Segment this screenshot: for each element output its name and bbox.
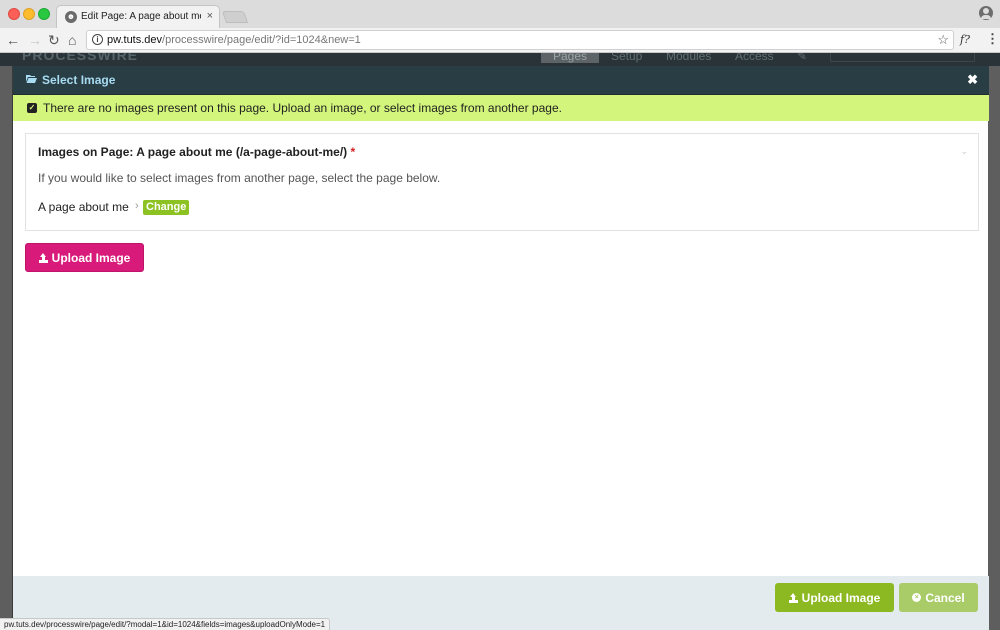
url-host: pw.tuts.dev: [107, 34, 163, 46]
info-icon[interactable]: i: [92, 34, 103, 45]
site-search-input[interactable]: [830, 53, 975, 62]
window-minimize-button[interactable]: [23, 8, 35, 20]
bookmark-star-icon[interactable]: ☆: [937, 32, 949, 48]
change-page-button[interactable]: Change: [143, 200, 190, 215]
url-text: pw.tuts.dev/processwire/page/edit/?id=10…: [107, 34, 361, 46]
browser-toolbar: ← → ↻ ⌂ i pw.tuts.dev/processwire/page/e…: [0, 28, 1000, 53]
upload-icon: [39, 252, 48, 263]
field-label-text: Images on Page: A page about me (/a-page…: [38, 145, 348, 159]
browser-tab-strip: ☻ Edit Page: A page about me • p ×: [0, 0, 1000, 28]
alert-text: There are no images present on this page…: [43, 101, 562, 115]
home-icon[interactable]: ⌂: [68, 31, 76, 49]
wrench-icon[interactable]: ✎: [797, 53, 807, 63]
tab-title: Edit Page: A page about me • p: [81, 11, 201, 22]
checkbox-icon: ✓: [27, 103, 37, 113]
back-arrow-icon[interactable]: ←: [6, 31, 20, 49]
backdrop-left: [0, 66, 12, 630]
extension-icon[interactable]: f?: [960, 33, 970, 46]
window-close-button[interactable]: [8, 8, 20, 20]
cancel-label: Cancel: [925, 590, 965, 605]
url-path: /processwire/page/edit/?id=1024&new=1: [162, 34, 361, 46]
folder-open-icon: [26, 75, 37, 83]
browser-menu-icon[interactable]: ⋮: [986, 31, 999, 47]
select-image-modal: Select Image ✖ ✓ There are no images pre…: [12, 66, 989, 630]
window-maximize-button[interactable]: [38, 8, 50, 20]
backdrop-right: [988, 66, 1000, 630]
site-nav-pages[interactable]: Pages: [541, 53, 600, 63]
favicon-icon: ☻: [65, 11, 77, 23]
reload-icon[interactable]: ↻: [48, 31, 60, 49]
status-bar-url: pw.tuts.dev/processwire/page/edit/?modal…: [0, 618, 331, 630]
cancel-button[interactable]: × Cancel: [899, 583, 978, 612]
cancel-circle-icon: ×: [912, 593, 922, 602]
new-tab-button[interactable]: [221, 11, 249, 23]
breadcrumb-separator: ›: [135, 200, 139, 212]
images-field: Images on Page: A page about me (/a-page…: [25, 133, 979, 231]
tab-close-icon[interactable]: ×: [207, 10, 213, 22]
forward-arrow-icon[interactable]: →: [28, 31, 42, 49]
field-label: Images on Page: A page about me (/a-page…: [38, 145, 355, 159]
site-header: PROCESSWIRE Pages Setup Modules Access ✎: [0, 53, 1000, 66]
required-marker: *: [350, 145, 356, 159]
modal-close-icon[interactable]: ✖: [967, 72, 978, 88]
upload-image-button[interactable]: Upload Image: [25, 243, 144, 272]
profile-icon[interactable]: [979, 6, 993, 20]
no-images-alert: ✓ There are no images present on this pa…: [13, 95, 989, 121]
chevron-down-icon[interactable]: ⌄: [960, 146, 968, 157]
site-logo: PROCESSWIRE: [22, 53, 139, 63]
browser-tab[interactable]: ☻ Edit Page: A page about me • p ×: [56, 5, 220, 28]
upload-image-label: Upload Image: [51, 250, 131, 265]
site-nav-access[interactable]: Access: [735, 53, 774, 63]
field-description: If you would like to select images from …: [38, 171, 441, 185]
upload-icon: [789, 592, 798, 603]
footer-upload-image-button[interactable]: Upload Image: [775, 583, 894, 612]
address-bar[interactable]: i pw.tuts.dev/processwire/page/edit/?id=…: [86, 30, 954, 50]
site-nav-setup[interactable]: Setup: [611, 53, 642, 63]
footer-upload-label: Upload Image: [801, 590, 881, 605]
selected-page-name: A page about me: [38, 200, 129, 214]
site-nav-modules[interactable]: Modules: [666, 53, 711, 63]
modal-title-bar: Select Image ✖: [13, 66, 989, 95]
modal-title: Select Image: [42, 73, 116, 87]
